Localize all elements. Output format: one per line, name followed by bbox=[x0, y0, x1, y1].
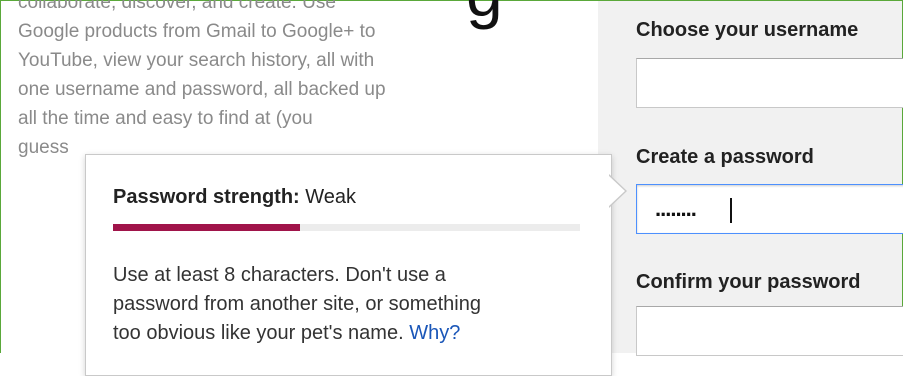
strength-meter bbox=[113, 224, 580, 231]
username-label: Choose your username bbox=[636, 19, 859, 41]
text-caret bbox=[730, 198, 732, 223]
strength-title: Password strength: Weak bbox=[113, 186, 356, 209]
intro-text: collaborate, discover, and create. Use G… bbox=[18, 0, 538, 162]
password-masked-value: ........ bbox=[655, 196, 697, 221]
intro-line: one username and password, all backed up bbox=[18, 79, 386, 100]
advice-line: too obvious like your pet's name. Why? bbox=[113, 319, 593, 348]
password-advice: Use at least 8 characters. Don't use a p… bbox=[113, 261, 593, 348]
popup-pointer-fill bbox=[608, 175, 625, 207]
password-input[interactable]: ........ bbox=[636, 184, 903, 234]
intro-line: all the time and easy to find at (you bbox=[18, 108, 313, 129]
signup-form-panel bbox=[598, 1, 902, 353]
intro-line: Google products from Gmail to Google+ to bbox=[18, 21, 376, 42]
strength-label: Password strength: bbox=[113, 186, 300, 208]
intro-line: YouTube, view your search history, all w… bbox=[18, 50, 375, 71]
confirm-password-label: Confirm your password bbox=[636, 271, 861, 293]
why-link[interactable]: Why? bbox=[409, 322, 460, 344]
advice-line-text: too obvious like your pet's name. bbox=[113, 322, 404, 344]
confirm-password-input[interactable] bbox=[636, 306, 903, 356]
strength-meter-fill bbox=[113, 224, 300, 231]
strength-value: Weak bbox=[305, 186, 357, 208]
intro-line: collaborate, discover, and create. Use bbox=[18, 0, 336, 13]
username-input[interactable] bbox=[636, 58, 903, 108]
advice-line: password from another site, or something bbox=[113, 293, 481, 315]
password-label: Create a password bbox=[636, 146, 814, 168]
advice-line: Use at least 8 characters. Don't use a bbox=[113, 264, 446, 286]
